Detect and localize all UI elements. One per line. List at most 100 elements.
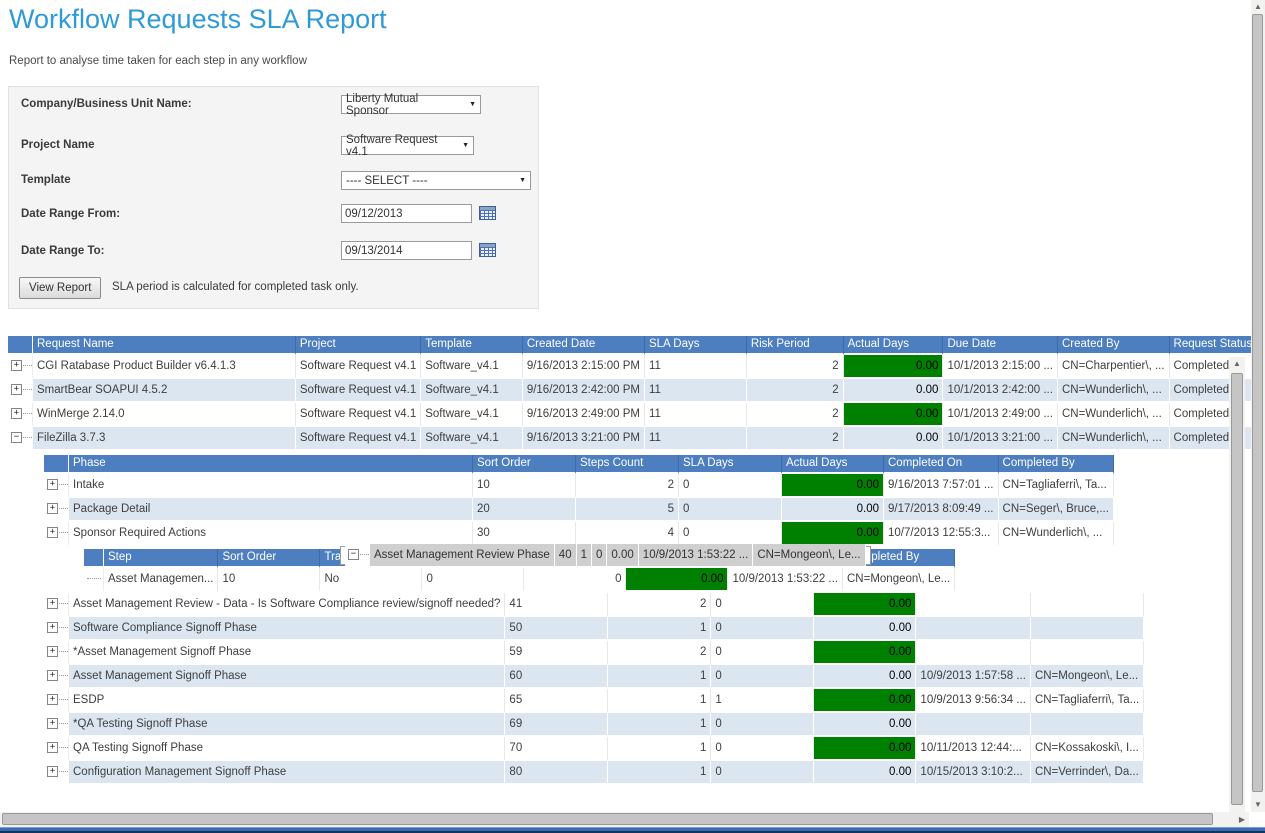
project-dropdown[interactable]: Software Request v4.1 ▼ bbox=[341, 136, 474, 155]
table-scrollbar[interactable]: ▲ bbox=[1229, 357, 1245, 812]
scroll-up-icon[interactable]: ▲ bbox=[1229, 359, 1245, 369]
phase-cell: Intake bbox=[69, 474, 473, 498]
scroll-right-icon[interactable]: ▶ bbox=[1235, 815, 1249, 825]
sla_days-cell: 0 bbox=[592, 544, 607, 568]
chevron-down-icon: ▼ bbox=[462, 142, 469, 149]
expand-plus-icon[interactable]: + bbox=[47, 670, 58, 681]
calendar-icon[interactable] bbox=[479, 206, 496, 220]
request-row: +SmartBear SOAPUI 4.5.2Software Request … bbox=[8, 379, 1265, 403]
phase-cell: *Asset Management Signoff Phase bbox=[69, 641, 505, 665]
chevron-down-icon: ▼ bbox=[469, 101, 476, 108]
collapse-minus-icon[interactable]: − bbox=[348, 549, 359, 560]
sort_order-cell: 70 bbox=[505, 737, 608, 761]
expand-plus-icon[interactable]: + bbox=[11, 384, 22, 395]
sla_days-cell: 11 bbox=[645, 403, 747, 427]
date-to-input[interactable] bbox=[341, 241, 472, 260]
column-header-risk_period: Risk Period bbox=[747, 336, 844, 355]
phase-cell: Configuration Management Signoff Phase bbox=[69, 761, 505, 785]
collapse-minus-icon[interactable]: − bbox=[11, 432, 22, 443]
completed_by-cell: CN=Verrinder\, Da... bbox=[1031, 761, 1144, 785]
sort_order-cell: 10 bbox=[218, 568, 320, 592]
phase-row: +Configuration Management Signoff Phase8… bbox=[44, 761, 1144, 785]
sla_days-cell: 0 bbox=[711, 761, 814, 785]
project-cell: Software Request v4.1 bbox=[296, 403, 421, 427]
phase-row: +Software Compliance Signoff Phase50100.… bbox=[44, 617, 1144, 641]
expand-plus-icon[interactable]: + bbox=[47, 646, 58, 657]
completed_by-cell: CN=Kossakoski\, I... bbox=[1031, 737, 1144, 761]
completed_on-cell: 10/15/2013 3:10:2... bbox=[916, 761, 1031, 785]
scroll-up-icon[interactable]: ▲ bbox=[1251, 2, 1265, 12]
expand-cell: + bbox=[44, 689, 69, 713]
tree-dots-icon bbox=[23, 437, 32, 438]
expand-cell: + bbox=[44, 713, 69, 737]
risk_period-cell: 0 bbox=[524, 568, 626, 592]
chevron-down-icon: ▼ bbox=[519, 177, 526, 184]
tree-dots-icon bbox=[59, 508, 68, 509]
created-cell: 9/16/2013 3:21:00 PM bbox=[523, 427, 645, 451]
actual_days-cell: 0.00 bbox=[814, 593, 916, 617]
scroll-down-icon[interactable]: ▼ bbox=[1251, 800, 1265, 810]
actual_days-cell: 0.00 bbox=[844, 379, 944, 403]
completed_on-cell bbox=[916, 641, 1031, 665]
company-dropdown-value: Liberty Mutual Sponsor bbox=[346, 93, 463, 117]
page-scrollbar-thumb[interactable] bbox=[1252, 14, 1263, 792]
expand-cell: + bbox=[8, 355, 33, 379]
sla_days-cell: 0 bbox=[711, 713, 814, 737]
completed_on-cell: 9/16/2013 7:57:01 ... bbox=[884, 474, 999, 498]
created_by-cell: CN=Wunderlich\, ... bbox=[1058, 427, 1170, 451]
expand-plus-icon[interactable]: + bbox=[47, 742, 58, 753]
company-dropdown[interactable]: Liberty Mutual Sponsor ▼ bbox=[341, 95, 481, 114]
sla_days-cell: 0 bbox=[711, 665, 814, 689]
column-header-sla_days: SLA Days bbox=[679, 455, 782, 474]
expand-plus-icon[interactable]: + bbox=[47, 718, 58, 729]
sort_order-cell: 59 bbox=[505, 641, 608, 665]
created_by-cell: CN=Charpentier\, ... bbox=[1058, 355, 1170, 379]
sort_order-cell: 30 bbox=[473, 522, 576, 546]
header-expand-cell bbox=[84, 549, 104, 568]
calendar-icon[interactable] bbox=[479, 243, 496, 257]
horizontal-scrollbar-thumb[interactable] bbox=[2, 813, 1213, 825]
phase-cell: Asset Management Review Phase bbox=[370, 544, 555, 568]
tree-dots-icon bbox=[23, 413, 32, 414]
expand-plus-icon[interactable]: + bbox=[47, 527, 58, 538]
steps_count-cell: 4 bbox=[576, 522, 679, 546]
page-scrollbar[interactable]: ▲ ▼ bbox=[1251, 0, 1265, 812]
company-label: Company/Business Unit Name: bbox=[21, 98, 192, 110]
sort_order-cell: 65 bbox=[505, 689, 608, 713]
template-dropdown[interactable]: ---- SELECT ---- ▼ bbox=[341, 171, 531, 190]
due_date-cell: 10/1/2013 2:42:00 ... bbox=[943, 379, 1058, 403]
table-scrollbar-thumb[interactable] bbox=[1231, 373, 1243, 805]
expand-plus-icon[interactable]: + bbox=[47, 766, 58, 777]
view-report-button[interactable]: View Report bbox=[19, 277, 101, 299]
actual_days-cell: 0.00 bbox=[844, 427, 944, 451]
phase-cell: Package Detail bbox=[69, 498, 473, 522]
expand-plus-icon[interactable]: + bbox=[47, 598, 58, 609]
phase-row: +Asset Management Signoff Phase60100.001… bbox=[44, 665, 1144, 689]
phase-cell: Asset Management Review - Data - Is Soft… bbox=[69, 593, 505, 617]
phase-cell: ESDP bbox=[69, 689, 505, 713]
expand-plus-icon[interactable]: + bbox=[47, 503, 58, 514]
expand-plus-icon[interactable]: + bbox=[47, 479, 58, 490]
completed_on-cell: 10/9/2013 1:53:22 ... bbox=[639, 544, 754, 568]
completed_on-cell: 10/9/2013 9:56:34 ... bbox=[916, 689, 1031, 713]
project-cell: Software Request v4.1 bbox=[296, 355, 421, 379]
expand-cell: + bbox=[44, 474, 69, 498]
tree-dots-icon bbox=[59, 771, 68, 772]
request-table: Request NameProjectTemplateCreated DateS… bbox=[8, 336, 1265, 451]
date-from-label: Date Range From: bbox=[21, 208, 120, 220]
expand-plus-icon[interactable]: + bbox=[11, 360, 22, 371]
column-header-steps_count: Steps Count bbox=[576, 455, 679, 474]
horizontal-scrollbar[interactable]: ▶ bbox=[0, 812, 1249, 827]
expand-plus-icon[interactable]: + bbox=[47, 622, 58, 633]
sort_order-cell: 40 bbox=[555, 544, 577, 568]
expand-plus-icon[interactable]: + bbox=[11, 408, 22, 419]
created-cell: 9/16/2013 2:49:00 PM bbox=[523, 403, 645, 427]
expand-plus-icon[interactable]: + bbox=[47, 694, 58, 705]
completed_by-cell bbox=[1031, 593, 1144, 617]
risk_period-cell: 2 bbox=[747, 355, 844, 379]
date-from-input[interactable] bbox=[341, 204, 472, 223]
actual_days-cell: 0.00 bbox=[607, 544, 638, 568]
step-cell: Asset Managemen... bbox=[104, 568, 218, 592]
request-row: +WinMerge 2.14.0Software Request v4.1Sof… bbox=[8, 403, 1265, 427]
actual_days-cell: 0.00 bbox=[782, 522, 884, 546]
